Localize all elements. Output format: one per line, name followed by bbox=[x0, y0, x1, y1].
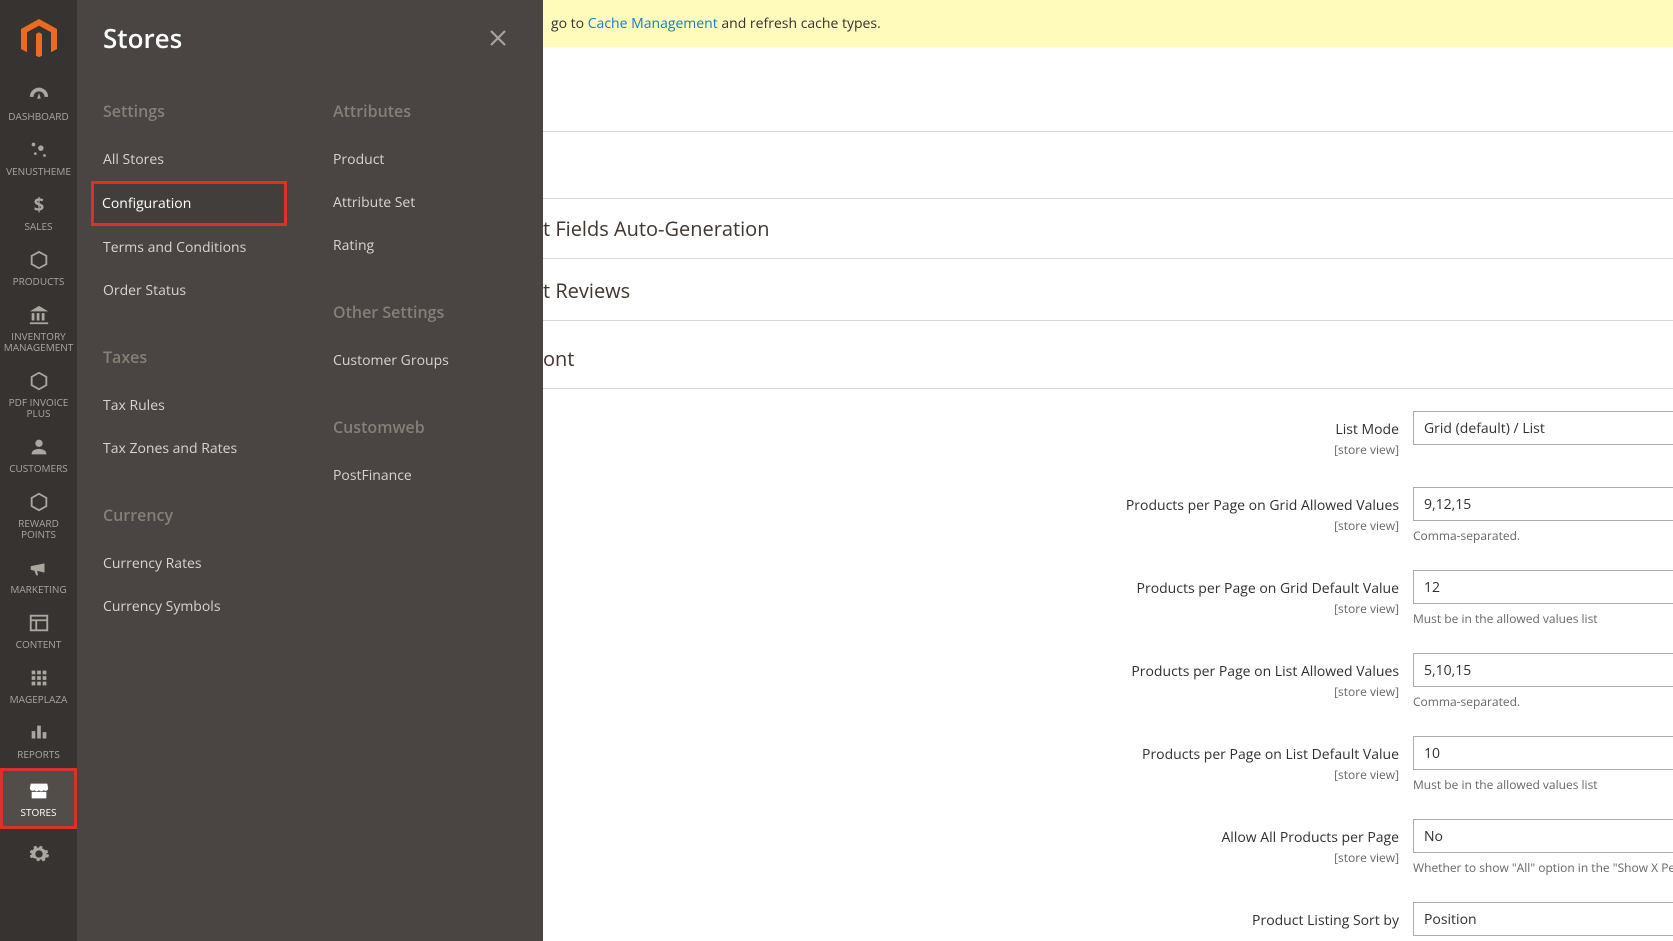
other-heading: Other Settings bbox=[333, 301, 517, 323]
close-icon bbox=[489, 29, 507, 47]
customweb-heading: Customweb bbox=[333, 416, 517, 438]
nav-mageplaza[interactable]: MAGEPLAZA bbox=[0, 658, 77, 713]
menu-all-stores[interactable]: All Stores bbox=[103, 138, 287, 181]
layout-icon bbox=[28, 611, 50, 635]
allow-all-label: Allow All Products per Page bbox=[1221, 828, 1399, 847]
nav-system[interactable] bbox=[0, 829, 77, 883]
nav-reports[interactable]: REPORTS bbox=[0, 713, 77, 768]
sort-by-label: Product Listing Sort by bbox=[1252, 911, 1399, 930]
menu-customer-groups[interactable]: Customer Groups bbox=[333, 339, 517, 382]
menu-tax-zones[interactable]: Tax Zones and Rates bbox=[103, 427, 287, 470]
currency-heading: Currency bbox=[103, 504, 287, 526]
sort-by-select[interactable]: Position bbox=[1413, 902, 1673, 936]
storefront-icon bbox=[28, 779, 50, 803]
grid-icon bbox=[28, 666, 50, 690]
hex-icon bbox=[28, 369, 50, 393]
sparkle-icon bbox=[28, 138, 50, 162]
main-nav: DASHBOARD VENUSTHEME $ SALES PRODUCTS IN… bbox=[0, 0, 77, 941]
gear-icon bbox=[28, 842, 50, 866]
menu-currency-rates[interactable]: Currency Rates bbox=[103, 542, 287, 585]
nav-inventory[interactable]: INVENTORY MANAGEMENT bbox=[0, 295, 77, 361]
list-default-label: Products per Page on List Default Value bbox=[1142, 745, 1399, 764]
gauge-icon bbox=[28, 83, 50, 107]
section-reviews[interactable]: t Reviews bbox=[543, 261, 1673, 321]
allow-all-select[interactable]: No bbox=[1413, 819, 1673, 853]
attributes-heading: Attributes bbox=[333, 100, 517, 122]
menu-configuration[interactable]: Configuration bbox=[91, 181, 287, 226]
nav-stores[interactable]: STORES bbox=[0, 768, 77, 829]
grid-allowed-input[interactable] bbox=[1413, 487, 1673, 521]
list-mode-select[interactable]: Grid (default) / List bbox=[1413, 411, 1673, 445]
cache-management-link[interactable]: Cache Management bbox=[588, 14, 718, 33]
bars-icon bbox=[28, 721, 50, 745]
magento-logo[interactable] bbox=[10, 10, 67, 67]
taxes-heading: Taxes bbox=[103, 346, 287, 368]
close-submenu-button[interactable] bbox=[483, 23, 513, 53]
menu-attr-product[interactable]: Product bbox=[333, 138, 517, 181]
main-content: go to Cache Management and refresh cache… bbox=[543, 0, 1673, 941]
list-mode-label: List Mode bbox=[1335, 420, 1399, 439]
nav-content[interactable]: CONTENT bbox=[0, 603, 77, 658]
svg-text:$: $ bbox=[33, 194, 43, 216]
nav-sales[interactable]: $ SALES bbox=[0, 185, 77, 240]
settings-heading: Settings bbox=[103, 100, 287, 122]
grid-allowed-label: Products per Page on Grid Allowed Values bbox=[1126, 496, 1399, 515]
menu-postfinance[interactable]: PostFinance bbox=[333, 454, 517, 497]
menu-order-status[interactable]: Order Status bbox=[103, 269, 287, 312]
section-fields-auto[interactable]: t Fields Auto-Generation bbox=[543, 199, 1673, 259]
menu-terms-conditions[interactable]: Terms and Conditions bbox=[103, 226, 287, 269]
section-storefront[interactable]: ont bbox=[543, 323, 1673, 389]
submenu-title: Stores bbox=[103, 20, 182, 56]
nav-customers[interactable]: CUSTOMERS bbox=[0, 427, 77, 482]
stores-submenu: Stores Settings All Stores Configuration… bbox=[77, 0, 543, 941]
dollar-icon: $ bbox=[28, 193, 50, 217]
menu-tax-rules[interactable]: Tax Rules bbox=[103, 384, 287, 427]
grid-default-input[interactable] bbox=[1413, 570, 1673, 604]
list-allowed-input[interactable] bbox=[1413, 653, 1673, 687]
nav-products[interactable]: PRODUCTS bbox=[0, 240, 77, 295]
nav-marketing[interactable]: MARKETING bbox=[0, 548, 77, 603]
nav-venustheme[interactable]: VENUSTHEME bbox=[0, 130, 77, 185]
person-icon bbox=[28, 435, 50, 459]
nav-rewards[interactable]: REWARD POINTS bbox=[0, 482, 77, 548]
grid-default-label: Products per Page on Grid Default Value bbox=[1137, 579, 1399, 598]
cube-icon bbox=[28, 248, 50, 272]
list-allowed-label: Products per Page on List Allowed Values bbox=[1131, 662, 1399, 681]
menu-attr-set[interactable]: Attribute Set bbox=[333, 181, 517, 224]
hex-icon bbox=[28, 490, 50, 514]
megaphone-icon bbox=[28, 556, 50, 580]
cache-notice: go to Cache Management and refresh cache… bbox=[543, 0, 1673, 47]
list-default-input[interactable] bbox=[1413, 736, 1673, 770]
menu-currency-symbols[interactable]: Currency Symbols bbox=[103, 585, 287, 628]
bank-icon bbox=[28, 303, 50, 327]
nav-dashboard[interactable]: DASHBOARD bbox=[0, 75, 77, 130]
menu-attr-rating[interactable]: Rating bbox=[333, 224, 517, 267]
nav-pdfinvoice[interactable]: PDF INVOICE PLUS bbox=[0, 361, 77, 427]
